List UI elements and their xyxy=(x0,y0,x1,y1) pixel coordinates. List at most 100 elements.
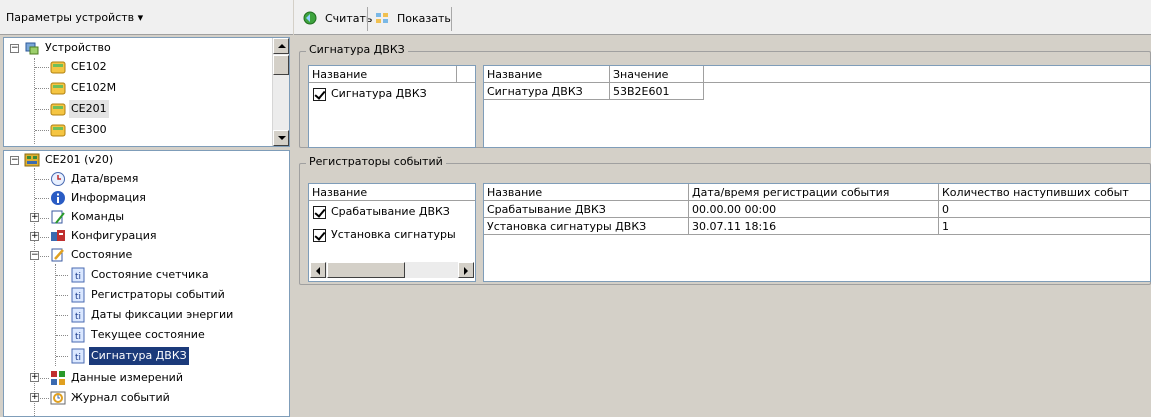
tree-line xyxy=(56,335,68,336)
collapse-toggle[interactable]: − xyxy=(10,156,19,165)
expand-toggle[interactable]: + xyxy=(30,373,39,382)
event-registers-group-title: Регистраторы событий xyxy=(306,155,446,168)
signature-list[interactable]: Название Сигнатура ДВКЗ xyxy=(308,65,476,148)
scroll-down-button[interactable] xyxy=(273,130,289,146)
show-button-label: Показать xyxy=(397,11,451,25)
tree-line xyxy=(35,130,49,131)
column-header-filler xyxy=(457,66,475,83)
meter-icon xyxy=(50,103,66,116)
tree-item-datetime[interactable]: Дата/время xyxy=(50,170,140,188)
tree-item-state[interactable]: Состояние xyxy=(50,246,134,264)
expand-toggle[interactable]: + xyxy=(30,213,39,222)
tree-label: Состояние счетчика xyxy=(91,268,209,281)
read-button[interactable]: Считать xyxy=(298,8,376,28)
scroll-right-button[interactable] xyxy=(458,262,474,278)
table-cell: Сигнатура ДВКЗ xyxy=(484,83,610,100)
collapse-toggle[interactable]: − xyxy=(10,44,19,53)
tree-item-measurements[interactable]: Данные измерений xyxy=(50,369,185,387)
tree-label: Устройство xyxy=(45,41,111,54)
device-tree[interactable]: − Устройство CE102 CE102M CE201 CE300 xyxy=(3,37,290,147)
device-params-header: Параметры устройств ▾ xyxy=(0,0,293,35)
tree-line xyxy=(40,218,49,219)
table-cell: 53B2E601 xyxy=(610,83,704,100)
tree-item-info[interactable]: Информация xyxy=(50,189,148,207)
commands-icon xyxy=(51,210,65,224)
doc-icon: ti xyxy=(71,287,85,303)
tree-line xyxy=(40,378,49,379)
tree-item-ce201[interactable]: CE201 xyxy=(50,100,109,118)
table-cell: 1 xyxy=(939,218,1150,235)
tree-item-energy-dates[interactable]: ti Даты фиксации энергии xyxy=(70,306,235,324)
scroll-left-button[interactable] xyxy=(310,262,326,278)
svg-text:ti: ti xyxy=(75,312,81,322)
table-cell: 00.00.00 00:00 xyxy=(689,201,939,218)
register-list-item: Срабатывание ДВКЗ xyxy=(331,205,450,218)
register-checkbox[interactable] xyxy=(313,206,326,219)
tree-label: Состояние xyxy=(71,248,133,261)
toolbar-separator xyxy=(367,7,368,31)
tree-item-commands[interactable]: Команды xyxy=(50,208,126,226)
scroll-thumb[interactable] xyxy=(327,262,405,278)
tree-label: Даты фиксации энергии xyxy=(91,308,234,321)
show-button[interactable]: Показать xyxy=(370,8,455,28)
scroll-up-button[interactable] xyxy=(273,38,289,54)
tree-line xyxy=(56,275,68,276)
horizontal-scrollbar[interactable] xyxy=(310,262,474,278)
column-header-name[interactable]: Название xyxy=(309,66,457,83)
arrow-right-icon xyxy=(464,267,468,275)
tree-line xyxy=(40,398,49,399)
device-params-dropdown[interactable]: Параметры устройств ▾ xyxy=(6,11,143,24)
signature-values-table[interactable]: Название Значение Сигнатура ДВКЗ 53B2E60… xyxy=(483,65,1151,148)
tree-root-device[interactable]: Устройство xyxy=(24,39,113,57)
signature-checkbox[interactable] xyxy=(313,88,326,101)
vertical-scrollbar[interactable] xyxy=(272,38,289,146)
tree-label: CE102 xyxy=(71,60,107,73)
tree-item-dvkz-signature[interactable]: ti Сигнатура ДВКЗ xyxy=(70,347,189,365)
expand-toggle[interactable]: + xyxy=(30,232,39,241)
scroll-thumb[interactable] xyxy=(273,55,289,75)
doc-icon: ti xyxy=(71,327,85,343)
tree-item-configuration[interactable]: Конфигурация xyxy=(50,227,159,245)
tree-line xyxy=(56,295,68,296)
column-header-value[interactable]: Значение xyxy=(610,66,704,83)
clock-icon xyxy=(51,172,65,186)
tree-line xyxy=(35,67,49,68)
expand-toggle[interactable]: + xyxy=(30,393,39,402)
tree-item-ce300[interactable]: CE300 xyxy=(50,121,109,139)
doc-icon: ti xyxy=(71,267,85,283)
table-cell: Установка сигнатуры ДВКЗ xyxy=(484,218,689,235)
column-header-name[interactable]: Название xyxy=(484,66,610,83)
register-checkbox[interactable] xyxy=(313,229,326,242)
tree-item-ce102[interactable]: CE102 xyxy=(50,58,109,76)
column-header-registration-datetime[interactable]: Дата/время регистрации события xyxy=(689,184,939,201)
register-list-item: Установка сигнатуры xyxy=(331,228,456,241)
column-header-event-count[interactable]: Количество наступивших событ xyxy=(939,184,1150,201)
tree-item-event-journal[interactable]: Журнал событий xyxy=(50,389,172,407)
collapse-toggle[interactable]: − xyxy=(30,251,39,260)
state-icon xyxy=(51,248,64,262)
column-header-name[interactable]: Название xyxy=(309,184,475,201)
device-model-icon xyxy=(24,153,40,167)
tree-item-current-state[interactable]: ti Текущее состояние xyxy=(70,326,207,344)
device-icon xyxy=(25,42,39,55)
tree-line xyxy=(35,109,49,110)
column-header-name[interactable]: Название xyxy=(484,184,689,201)
tree-label: Информация xyxy=(71,191,146,204)
tree-line xyxy=(35,179,49,180)
tree-item-event-registers[interactable]: ti Регистраторы событий xyxy=(70,286,227,304)
svg-text:ti: ti xyxy=(75,353,81,363)
parameter-tree[interactable]: − CE201 (v20) Дата/время Информация + Ко… xyxy=(3,150,290,417)
registers-table[interactable]: Название Дата/время регистрации события … xyxy=(483,183,1151,282)
column-header-filler xyxy=(704,66,1150,83)
registers-list[interactable]: Название Срабатывание ДВКЗ Установка сиг… xyxy=(308,183,476,282)
tree-label: CE201 xyxy=(69,100,109,118)
arrow-left-icon xyxy=(316,267,320,275)
tree-label: Данные измерений xyxy=(71,371,183,384)
tree-root-ce201[interactable]: CE201 (v20) xyxy=(24,151,115,169)
tree-item-ce102m[interactable]: CE102M xyxy=(50,79,118,97)
arrow-down-icon xyxy=(278,136,286,140)
svg-text:ti: ti xyxy=(75,272,81,282)
tree-item-meter-state[interactable]: ti Состояние счетчика xyxy=(70,266,211,284)
table-cell: Срабатывание ДВКЗ xyxy=(484,201,689,218)
tree-line xyxy=(35,198,49,199)
